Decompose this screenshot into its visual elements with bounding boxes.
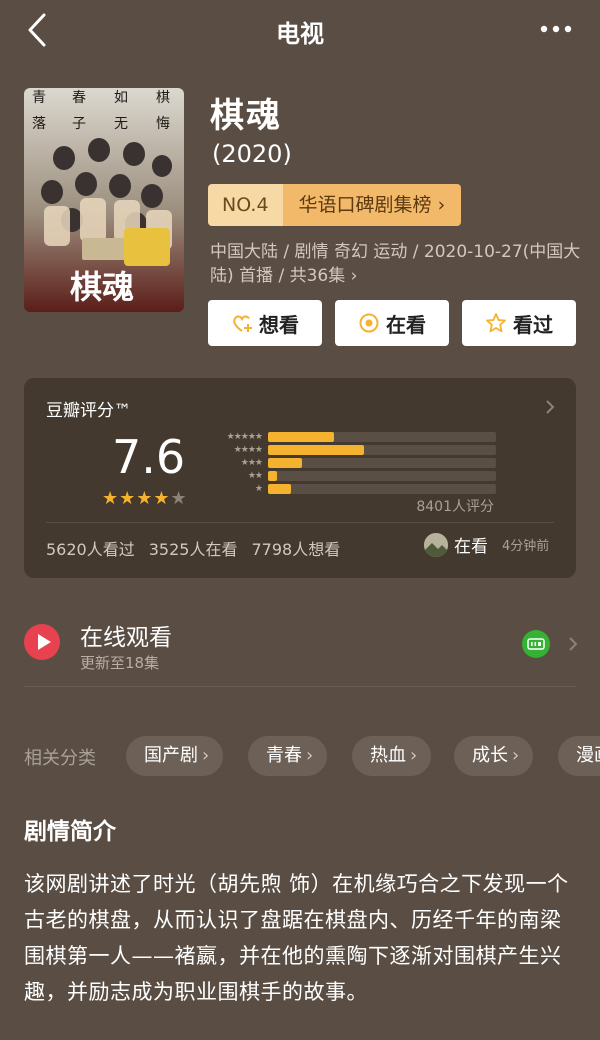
poster-text: 春 <box>72 90 86 106</box>
watch-title: 在线观看 <box>80 625 172 651</box>
stat-want: 7798人想看 <box>251 540 341 559</box>
distribution-stars: ★★★★ <box>233 445 263 455</box>
distribution-track <box>268 432 496 442</box>
tag-label: 青春 <box>266 745 302 766</box>
distribution-bar <box>268 471 277 481</box>
distribution-track <box>268 484 496 494</box>
rank-list-name: 华语口碑剧集榜 › <box>282 184 462 226</box>
tag-manhua[interactable]: 漫画 <box>558 736 600 776</box>
target-circle-icon <box>359 313 379 333</box>
poster-logo: 棋魂 <box>70 268 134 306</box>
distribution-bar <box>268 458 302 468</box>
show-year: (2020) <box>212 140 292 168</box>
distribution-track <box>268 471 496 481</box>
poster-text: 如 <box>114 90 128 106</box>
tag-label: 漫画 <box>576 745 600 766</box>
friend-time: 4分钟前 <box>502 539 550 554</box>
rating-label: 豆瓣评分™ <box>46 401 131 421</box>
tag-label: 热血 <box>370 745 406 766</box>
synopsis-text: 该网剧讲述了时光（胡先煦 饰）在机缘巧合之下发现一个古老的棋盘，从而认识了盘踞在… <box>24 872 569 1004</box>
friend-activity[interactable]: 在看 4分钟前 <box>424 532 549 557</box>
rating-count: 8401人评分 <box>416 499 494 515</box>
tag-qingchun[interactable]: 青春 › <box>248 736 328 776</box>
watch-subtitle: 更新至18集 <box>80 654 160 672</box>
empty-star: ★ <box>170 488 188 509</box>
more-dots-icon[interactable] <box>538 18 574 40</box>
categories-label: 相关分类 <box>24 748 96 769</box>
tag-rexue[interactable]: 热血 › <box>352 736 432 776</box>
chevron-right-icon[interactable] <box>544 398 556 416</box>
chevron-right-icon <box>569 637 578 651</box>
watching-button[interactable]: 在看 <box>335 300 449 346</box>
want-label: 想看 <box>259 312 299 337</box>
iqiyi-logo-icon <box>522 630 550 658</box>
distribution-row: ★★ <box>204 471 500 481</box>
distribution-track <box>268 445 496 455</box>
watched-button[interactable]: 看过 <box>462 300 576 346</box>
tag-guochan[interactable]: 国产剧 › <box>126 736 224 776</box>
play-circle-icon <box>24 624 60 660</box>
distribution-row: ★★★ <box>204 458 500 468</box>
top-bar: 电视 <box>0 0 600 60</box>
rank-badge[interactable]: NO.4 华语口碑剧集榜 › <box>208 184 462 226</box>
poster-text: 落 <box>32 116 46 132</box>
distribution-bar <box>268 445 364 455</box>
show-meta[interactable]: 中国大陆 / 剧情 奇幻 运动 / 2020-10-27(中国大陆) 首播 / … <box>210 240 582 288</box>
tag-label: 国产剧 <box>144 745 198 766</box>
stat-watched: 5620人看过 <box>46 540 135 559</box>
plus-heart-icon <box>233 315 252 332</box>
tag-label: 成长 <box>472 745 508 766</box>
star-outline-icon <box>486 313 506 333</box>
filled-stars: ★★★★ <box>102 488 171 509</box>
distribution-stars: ★ <box>254 484 263 494</box>
poster-text: 悔 <box>156 116 170 132</box>
rank-list-label: 华语口碑剧集榜 <box>298 194 432 216</box>
rating-score: 7.6 <box>112 430 186 484</box>
distribution-row: ★ <box>204 484 500 494</box>
rank-number: NO.4 <box>208 184 283 226</box>
distribution-stars: ★★★★★ <box>226 432 263 442</box>
poster-image[interactable]: 青 春 如 棋 落 子 无 悔 棋魂 <box>24 88 184 312</box>
rating-stars: ★★★★★ <box>102 488 188 509</box>
distribution-stars: ★★★ <box>240 458 263 468</box>
want-button[interactable]: 想看 <box>208 300 322 346</box>
rating-card[interactable]: 豆瓣评分™ 7.6 ★★★★★ ★★★★★ ★★★★ ★★★ ★★ ★ 8401人评分 … <box>24 378 576 578</box>
divider <box>24 686 576 687</box>
rating-stats: 5620人看过 3525人在看 7798人想看 <box>46 536 340 560</box>
friend-status: 在看 <box>454 537 488 557</box>
poster-text: 无 <box>114 116 128 132</box>
distribution-bar <box>268 432 334 442</box>
stat-watching: 3525人在看 <box>148 540 238 559</box>
distribution-bar <box>268 484 291 494</box>
watched-label: 看过 <box>513 312 553 337</box>
distribution-row: ★★★★ <box>204 445 500 455</box>
synopsis-title: 剧情简介 <box>24 819 116 845</box>
avatar <box>424 532 448 557</box>
poster-text: 青 <box>32 90 46 106</box>
watching-label: 在看 <box>386 312 426 337</box>
divider <box>46 522 554 523</box>
distribution-row: ★★★★★ <box>204 432 500 442</box>
poster-text: 棋 <box>156 90 170 106</box>
distribution-stars: ★★ <box>247 471 263 481</box>
show-title: 棋魂 <box>210 96 282 136</box>
page-title: 电视 <box>276 20 324 48</box>
online-watch-row[interactable]: 在线观看 更新至18集 <box>0 600 600 686</box>
poster-text: 子 <box>72 116 86 132</box>
tag-chengzhang[interactable]: 成长 › <box>454 736 534 776</box>
distribution-track <box>268 458 496 468</box>
